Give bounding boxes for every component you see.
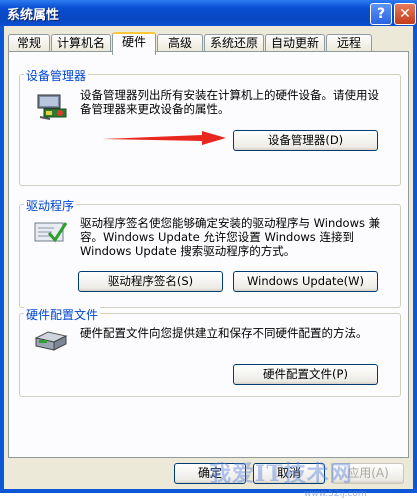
tab-remote[interactable]: 远程 xyxy=(326,34,372,52)
hardware-profiles-group: 硬件配置文件 硬件配置文件向您提供建立和保存不同硬件配置的方法。 硬件配置文件(… xyxy=(19,306,401,397)
driver-signing-button[interactable]: 驱动程序签名(S) xyxy=(78,271,223,292)
hardware-tab-panel: 设备管理器 设备管理器列出所有安装在计算机上的硬件设备。请使用设备管理器来更改设… xyxy=(8,51,409,458)
tab-general[interactable]: 常规 xyxy=(8,34,50,52)
watermark-url: www.52ij.com xyxy=(304,489,367,499)
system-properties-window: 系统属性 ? ✕ 常规 计算机名 硬件 高级 系统还原 自动更新 远程 设备管理… xyxy=(0,0,417,499)
close-button[interactable]: ✕ xyxy=(394,3,416,25)
drivers-group-title: 驱动程序 xyxy=(24,197,77,214)
hardware-profiles-button[interactable]: 硬件配置文件(P) xyxy=(233,364,378,385)
hardware-profiles-description: 硬件配置文件向您提供建立和保存不同硬件配置的方法。 xyxy=(80,326,368,340)
red-arrow-icon xyxy=(102,130,227,149)
help-button[interactable]: ? xyxy=(370,3,392,25)
tab-automatic-updates[interactable]: 自动更新 xyxy=(265,34,325,52)
dialog-client: 常规 计算机名 硬件 高级 系统还原 自动更新 远程 设备管理器 设备管理器列出… xyxy=(4,26,413,499)
driver-signing-icon xyxy=(34,219,68,248)
tab-computer-name[interactable]: 计算机名 xyxy=(51,34,111,52)
hardware-profile-icon xyxy=(34,326,68,357)
watermark-text: 我爱IT技术网 xyxy=(209,461,353,487)
tab-hardware[interactable]: 硬件 xyxy=(112,32,156,55)
device-manager-icon xyxy=(36,93,68,124)
device-manager-button[interactable]: 设备管理器(D) xyxy=(233,130,378,151)
hardware-profiles-group-title: 硬件配置文件 xyxy=(24,306,101,323)
tab-system-restore[interactable]: 系统还原 xyxy=(204,34,264,52)
title-bar[interactable]: 系统属性 ? ✕ xyxy=(0,0,417,26)
tab-advanced[interactable]: 高级 xyxy=(157,34,203,52)
drivers-description: 驱动程序签名使您能够确定安装的驱动程序与 Windows 兼容。Windows … xyxy=(80,216,381,258)
windows-update-button[interactable]: Windows Update(W) xyxy=(233,271,378,292)
drivers-group: 驱动程序 驱动程序签名使您能够确定安装的驱动程序与 Windows 兼容。Win… xyxy=(19,197,401,308)
device-manager-description: 设备管理器列出所有安装在计算机上的硬件设备。请使用设备管理器来更改设备的属性。 xyxy=(80,88,379,116)
window-title: 系统属性 xyxy=(7,8,60,23)
device-manager-group-title: 设备管理器 xyxy=(24,67,89,84)
device-manager-group: 设备管理器 设备管理器列出所有安装在计算机上的硬件设备。请使用设备管理器来更改设… xyxy=(19,67,401,186)
